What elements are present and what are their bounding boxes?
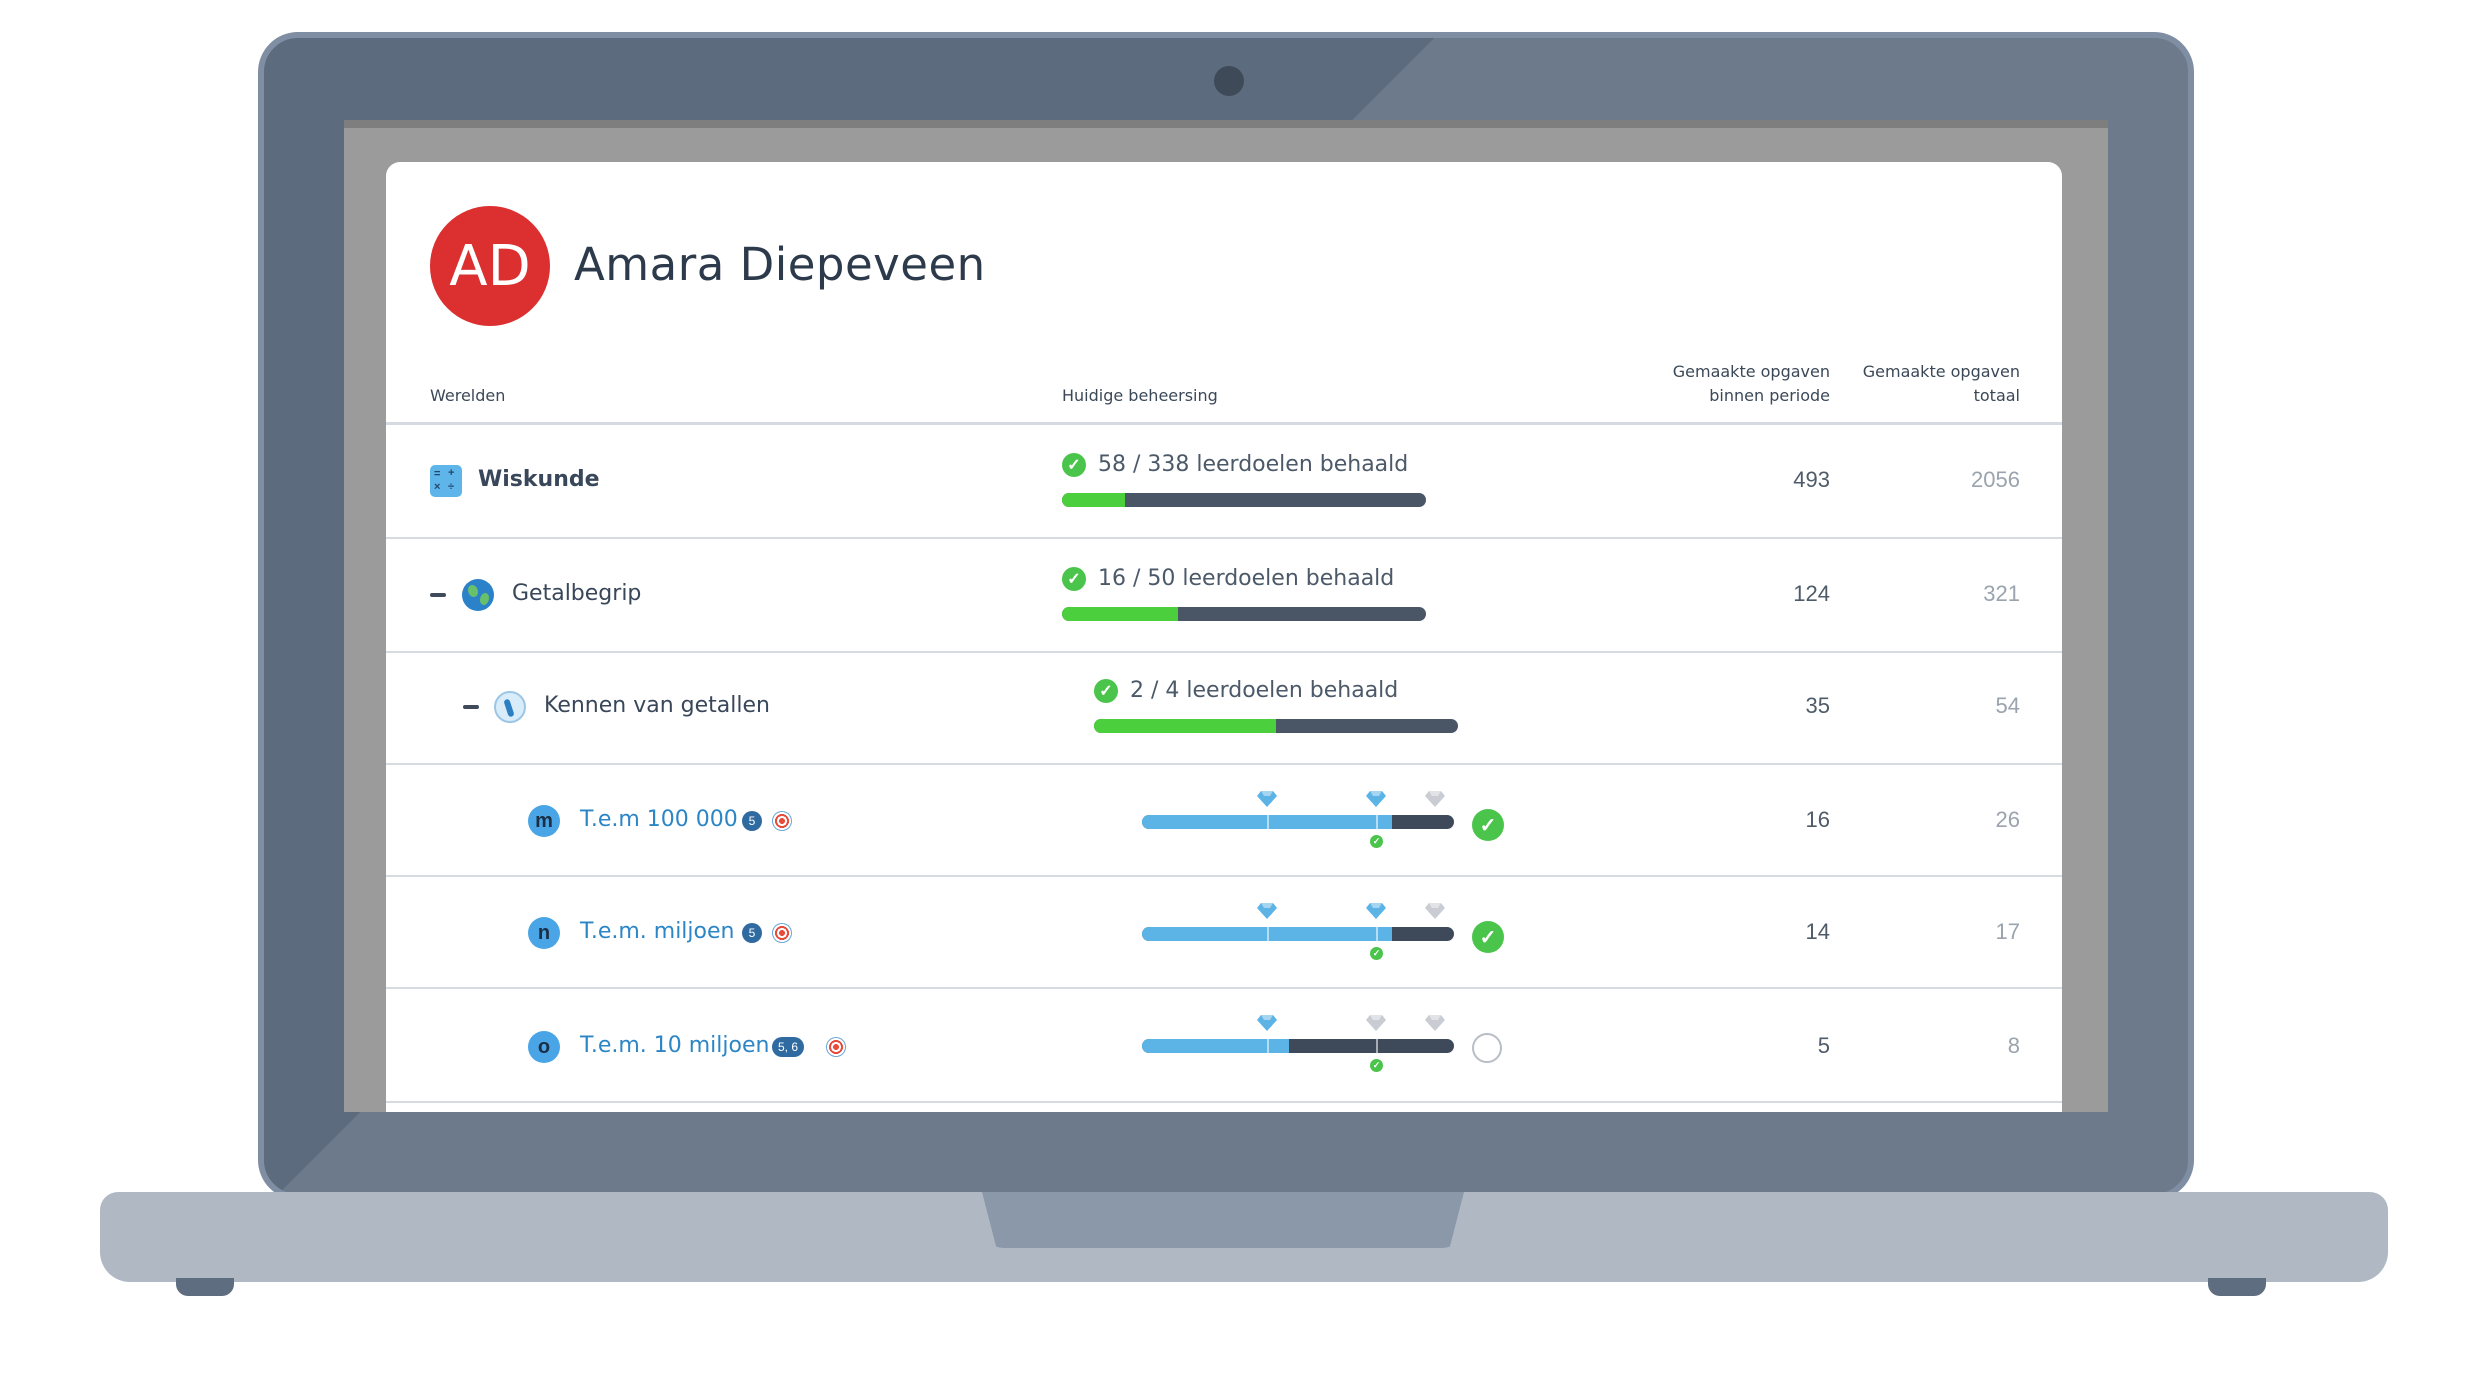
world-name[interactable]: Wiskunde xyxy=(478,467,600,492)
milestone-tick xyxy=(1376,927,1378,941)
milestone-check-icon: ✓ xyxy=(1370,947,1383,960)
diamond-icon xyxy=(1366,903,1386,919)
period-count: 14 xyxy=(1805,919,1830,944)
progress-bar xyxy=(1062,607,1426,621)
calculator-icon: = + × ÷ xyxy=(430,465,462,497)
milestone-tick xyxy=(1376,1039,1378,1053)
progress-bar-fill xyxy=(1094,719,1276,733)
avatar: AD xyxy=(430,206,550,326)
diamond-icon xyxy=(1366,791,1386,807)
progress-bar-fill xyxy=(1062,607,1179,621)
check-icon: ✓ xyxy=(1062,567,1086,591)
world-row-kennen-van-getallen[interactable]: Kennen van getallen ✓ 2 / 4 leerdoelen b… xyxy=(386,653,2062,765)
skill-letter-badge: o xyxy=(528,1031,560,1063)
milestone-tick xyxy=(1266,1039,1269,1053)
period-count: 16 xyxy=(1805,807,1830,832)
milestone-check-icon: ✓ xyxy=(1370,1059,1383,1072)
screen-topbar xyxy=(344,120,2108,128)
laptop-screen: AD Amara Diepeveen Werelden Huidige behe… xyxy=(344,120,2108,1112)
laptop-foot-left xyxy=(176,1278,234,1296)
student-report-card: AD Amara Diepeveen Werelden Huidige behe… xyxy=(386,162,2062,1112)
milestone-tick xyxy=(1376,815,1378,829)
skill-name-link[interactable]: T.e.m. 10 miljoen xyxy=(580,1033,769,1058)
column-header-total: Gemaakte opgaven totaal xyxy=(1863,360,2020,408)
completed-check-icon: ✓ xyxy=(1472,809,1504,841)
collapse-icon[interactable] xyxy=(430,593,446,597)
world-row-getalbegrip[interactable]: Getalbegrip ✓ 16 / 50 leerdoelen behaald… xyxy=(386,539,2062,651)
level-badge: 5 xyxy=(742,923,762,943)
skill-letter-badge: n xyxy=(528,917,560,949)
collapse-icon[interactable] xyxy=(463,705,479,709)
diamond-icon xyxy=(1425,791,1446,807)
world-row-wiskunde[interactable]: = + × ÷ Wiskunde ✓ 58 / 338 leerdoelen beh… xyxy=(386,425,2062,537)
row-divider xyxy=(386,1101,2062,1103)
total-count: 2056 xyxy=(1971,467,2020,492)
skill-letter-badge: m xyxy=(528,805,560,837)
total-count: 54 xyxy=(1995,693,2020,718)
skill-row[interactable]: m T.e.m 100 000 5 ✓ ✓ 16 26 xyxy=(386,765,2062,877)
target-icon[interactable] xyxy=(772,923,792,943)
incomplete-circle-icon xyxy=(1472,1033,1502,1063)
globe-icon xyxy=(462,579,494,611)
diamond-icon xyxy=(1256,903,1277,919)
laptop-hinge-notch xyxy=(982,1192,1464,1248)
diamond-icon xyxy=(1256,791,1277,807)
skill-row[interactable]: o T.e.m. 10 miljoen 5, 6 ✓ 5 8 xyxy=(386,989,2062,1101)
island-icon xyxy=(494,691,526,723)
skill-name-link[interactable]: T.e.m 100 000 xyxy=(580,807,738,832)
column-header-period-line2: binnen periode xyxy=(1709,386,1830,405)
skill-progress-bar xyxy=(1142,927,1454,941)
progress-text: 16 / 50 leerdoelen behaald xyxy=(1098,566,1395,591)
column-header-period-line1: Gemaakte opgaven xyxy=(1672,362,1830,381)
skill-name-link[interactable]: T.e.m. miljoen xyxy=(580,919,734,944)
student-name: Amara Diepeveen xyxy=(574,238,986,291)
level-badge: 5 xyxy=(742,811,762,831)
target-icon[interactable] xyxy=(826,1037,846,1057)
check-icon: ✓ xyxy=(1062,453,1086,477)
completed-check-icon: ✓ xyxy=(1472,921,1504,953)
milestone-tick xyxy=(1266,927,1269,941)
total-count: 26 xyxy=(1995,807,2020,832)
milestone-check-icon: ✓ xyxy=(1370,835,1383,848)
skill-progress-bar xyxy=(1142,1039,1454,1053)
laptop-foot-right xyxy=(2208,1278,2266,1296)
period-count: 124 xyxy=(1793,581,1830,606)
target-icon[interactable] xyxy=(772,811,792,831)
milestone-tick xyxy=(1266,815,1269,829)
column-header-mastery: Huidige beheersing xyxy=(1062,386,1218,405)
diamond-icon xyxy=(1256,1015,1277,1031)
check-icon: ✓ xyxy=(1094,679,1118,703)
skill-row[interactable]: n T.e.m. miljoen 5 ✓ ✓ 14 17 xyxy=(386,877,2062,989)
progress-bar xyxy=(1062,493,1426,507)
laptop-lid: AD Amara Diepeveen Werelden Huidige behe… xyxy=(258,32,2194,1200)
progress-text: 2 / 4 leerdoelen behaald xyxy=(1130,678,1399,703)
period-count: 35 xyxy=(1805,693,1830,718)
diamond-icon xyxy=(1366,1015,1386,1031)
period-count: 493 xyxy=(1793,467,1830,492)
progress-bar-fill xyxy=(1062,493,1125,507)
camera-icon xyxy=(1214,66,1244,96)
column-header-total-line1: Gemaakte opgaven xyxy=(1862,362,2020,381)
total-count: 17 xyxy=(1995,919,2020,944)
world-name[interactable]: Getalbegrip xyxy=(512,581,641,606)
column-header-period: Gemaakte opgaven binnen periode xyxy=(1673,360,1830,408)
world-name[interactable]: Kennen van getallen xyxy=(544,693,770,718)
diamond-icon xyxy=(1425,903,1446,919)
progress-text: 58 / 338 leerdoelen behaald xyxy=(1098,452,1409,477)
progress-bar xyxy=(1094,719,1458,733)
period-count: 5 xyxy=(1817,1033,1830,1058)
skill-progress-bar xyxy=(1142,815,1454,829)
level-badge: 5, 6 xyxy=(772,1037,805,1057)
diamond-icon xyxy=(1425,1015,1446,1031)
total-count: 8 xyxy=(2007,1033,2020,1058)
column-header-total-line2: totaal xyxy=(1973,386,2020,405)
column-header-worlds: Werelden xyxy=(430,386,506,405)
total-count: 321 xyxy=(1983,581,2020,606)
